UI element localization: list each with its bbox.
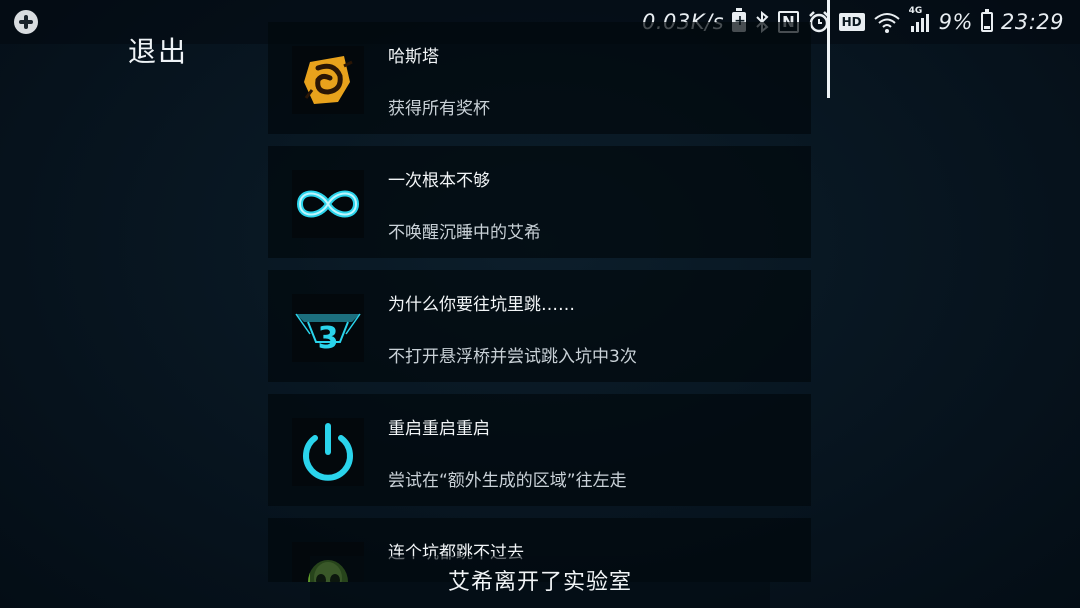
achievement-description: 获得所有奖杯: [388, 99, 490, 119]
achievement-item[interactable]: 3 为什么你要往坑里跳…… 不打开悬浮桥并尝试跳入坑中3次: [268, 270, 811, 382]
achievement-title: 哈斯塔: [388, 47, 439, 67]
hd-icon: HD: [838, 10, 865, 34]
signal-icon: 4G: [909, 6, 931, 34]
game-controller-icon: [14, 10, 38, 34]
infinity-icon: [292, 170, 364, 238]
achievement-item[interactable]: 重启重启重启 尝试在“额外生成的区域”往左走: [268, 394, 811, 506]
achievement-description: 尝试在“额外生成的区域”往左走: [388, 471, 627, 491]
achievement-title: 为什么你要往坑里跳……: [388, 295, 575, 315]
exit-button[interactable]: 退出: [128, 30, 188, 70]
battery-icon: [980, 9, 993, 34]
hastur-sigil-icon: [292, 46, 364, 114]
scroll-indicator[interactable]: [827, 0, 830, 98]
achievement-title: 一次根本不够: [388, 171, 490, 191]
achievement-title: 重启重启重启: [388, 419, 490, 439]
achievement-description: 不唤醒沉睡中的艾希: [388, 223, 541, 243]
svg-text:3: 3: [318, 321, 339, 356]
achievement-description: 不打开悬浮桥并尝试跳入坑中3次: [388, 347, 637, 367]
achievements-screen: 0.03K/s N HD 4G 9% 23:29 退出: [0, 0, 1080, 608]
achievement-list[interactable]: 哈斯塔 获得所有奖杯 一次根本不够 不唤醒沉睡中的艾希 3 为什么你要往坑里跳……: [268, 22, 811, 582]
power-icon: [292, 418, 364, 486]
achievement-item[interactable]: 哈斯塔 获得所有奖杯: [268, 22, 811, 134]
pit-three-icon: 3: [292, 294, 364, 362]
clock: 23:29: [1000, 10, 1064, 34]
achievement-item[interactable]: 一次根本不够 不唤醒沉睡中的艾希: [268, 146, 811, 258]
network-type: 4G: [908, 6, 923, 16]
wifi-icon: [873, 10, 901, 34]
subtitle-text: 艾希离开了实验室: [447, 570, 632, 595]
battery-percent: 9%: [938, 10, 973, 34]
